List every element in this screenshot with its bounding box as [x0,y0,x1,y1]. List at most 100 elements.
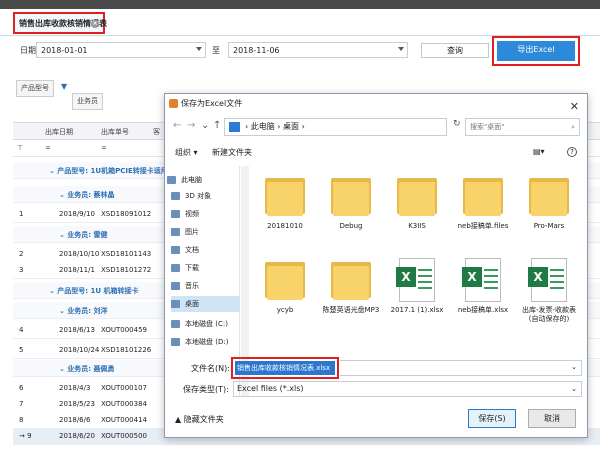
sidebar-item[interactable]: 此电脑 [167,172,235,188]
save-button[interactable]: 保存(S) [468,409,516,428]
sidebar-item-label: 文档 [185,246,199,254]
up-arrow-icon[interactable]: ↑ [213,120,221,131]
sidebar-item[interactable]: 3D 对象 [171,188,239,204]
cell-date: 2018/11/1 [59,266,95,274]
date-from-input[interactable]: 2018-01-01 [36,42,206,58]
cell-code: XSD18101143 [101,250,152,258]
folder-item[interactable]: neb接稿单.files [453,174,513,231]
dialog-titlebar: 保存为Excel文件 ✕ [165,94,587,114]
hide-folders-toggle[interactable]: ▲ 隐藏文件夹 [175,414,224,425]
sidebar-item[interactable]: 文档 [171,242,239,258]
sidebar-item-label: 图片 [185,228,199,236]
button-row: ▲ 隐藏文件夹 保存(S) 取消 [165,406,587,431]
desktop-icon [171,300,180,308]
filter-icon[interactable]: ⊤ [17,144,23,152]
file-name: Debug [339,222,363,230]
sidebar-item-label: 本地磁盘 (D:) [185,338,229,346]
group-label: ⌄ 业务员: 刘洋 [59,307,108,315]
cell-date: 2018/10/10 [59,250,100,258]
file-name: Pro-Mars [533,222,565,230]
breadcrumb[interactable]: › 此电脑 › 桌面 › [224,118,447,136]
sidebar-item-label: 此电脑 [181,176,202,184]
sidebar-item-label: 下载 [185,264,199,272]
chevron-down-icon[interactable]: ⌄ [201,120,209,131]
sidebar-item[interactable]: 音乐 [171,278,239,294]
computer-icon [229,122,240,132]
col-header-date[interactable]: 出库日期 [45,127,73,137]
download-icon [171,264,180,272]
filename-label: 文件名(N): [191,364,230,373]
filename-input[interactable]: 销售出库收款核销情况表.xlsx [235,361,335,375]
document-icon [171,246,180,254]
row-number: 3 [19,266,24,274]
folder-item[interactable]: 陈楚英语光盘MP3 [321,258,381,315]
folder-icon [329,174,373,218]
excel-file-item[interactable]: X 出库-发票-收款表 (自动保存的) [519,258,579,324]
folder-item[interactable]: 20181010 [255,174,315,231]
cell-code: XSD18091012 [101,210,152,218]
chevron-down-icon[interactable]: ⌄ [571,363,577,371]
folder-item[interactable]: Debug [321,174,381,231]
search-input[interactable]: 搜索"桌面" ⌕ [465,118,580,136]
video-icon [171,210,180,218]
view-options-icon[interactable]: ▤▾ [533,147,545,156]
cube-icon [171,192,180,200]
filter-eq-icon[interactable]: = [101,144,107,152]
date-from-value: 2018-01-01 [41,46,88,55]
excel-file-item[interactable]: X 2017.1 (1).xlsx [387,258,447,315]
search-placeholder: 搜索"桌面" [470,123,505,131]
chevron-down-icon[interactable] [196,47,202,51]
folder-item[interactable]: ycyb [255,258,315,315]
file-name: 20181010 [267,222,303,230]
row-number: 2 [19,250,24,258]
group-chip-sales[interactable]: 业务员 [72,93,103,110]
cell-date: 2018/6/6 [59,416,91,424]
col-header-code[interactable]: 出库单号 [101,127,129,137]
filename-dropdown[interactable]: ⌄ [340,360,582,376]
excel-file-item[interactable]: Xneb接稿单.xlsx [453,258,513,315]
filetype-label: 保存类型(T): [183,385,229,394]
cell-date: 2018/6/13 [59,326,95,334]
chevron-down-icon[interactable] [398,47,404,51]
breadcrumb-item[interactable]: › 此电脑 › 桌面 › [245,122,305,131]
cell-code: XOUT000459 [101,326,147,334]
sidebar-item[interactable]: 本地磁盘 (D:) [171,334,239,350]
export-excel-button[interactable]: 导出Excel [497,41,575,61]
tab-report[interactable]: 销售出库收款核销情况表 × [13,12,107,34]
sidebar-item[interactable]: 图片 [171,224,239,240]
chevron-down-icon[interactable]: ⌄ [571,382,577,396]
sidebar-item-label: 音乐 [185,282,199,290]
back-arrow-icon[interactable]: ← [173,120,181,131]
file-name: ycyb [276,306,294,314]
forward-arrow-icon[interactable]: → [187,120,195,131]
col-header-customer[interactable]: 客 [153,127,160,137]
new-folder-button[interactable]: 新建文件夹 [212,147,252,158]
date-to-input[interactable]: 2018-11-06 [228,42,408,58]
close-icon[interactable]: ✕ [570,97,579,117]
filter-eq-icon[interactable]: = [45,144,51,152]
filter-icon[interactable]: ▼ [61,82,67,91]
organize-menu[interactable]: 组织 ▾ [175,147,198,158]
query-button[interactable]: 查询 [421,43,489,58]
group-chip-product[interactable]: 产品型号 [16,80,54,97]
search-icon[interactable]: ⌕ [571,119,575,135]
group-label: ⌄ 产品型号: 1U机箱PCIE转接卡适用于 [49,167,175,175]
picture-icon [171,228,180,236]
folder-item[interactable]: K3IIS [387,174,447,231]
filetype-select[interactable]: Excel files (*.xls) ⌄ [233,381,582,397]
sidebar-item[interactable]: 本地磁盘 (C:) [171,316,239,332]
sidebar-item-label: 本地磁盘 (C:) [185,320,228,328]
sidebar-item[interactable]: 桌面 [171,296,239,312]
row-number: 6 [19,384,24,392]
row-number: 5 [19,346,24,354]
row-number: 8 [19,416,24,424]
close-icon[interactable]: × [91,20,99,28]
sidebar-item[interactable]: 视频 [171,206,239,222]
cancel-button[interactable]: 取消 [528,409,576,428]
help-icon[interactable]: ? [567,147,577,157]
folder-item[interactable]: Pro-Mars [519,174,579,231]
sidebar-item[interactable]: 下载 [171,260,239,276]
refresh-icon[interactable]: ↻ [453,119,461,129]
file-name: neb接稿单.xlsx [457,306,509,314]
cell-code: XSD18101226 [101,346,152,354]
